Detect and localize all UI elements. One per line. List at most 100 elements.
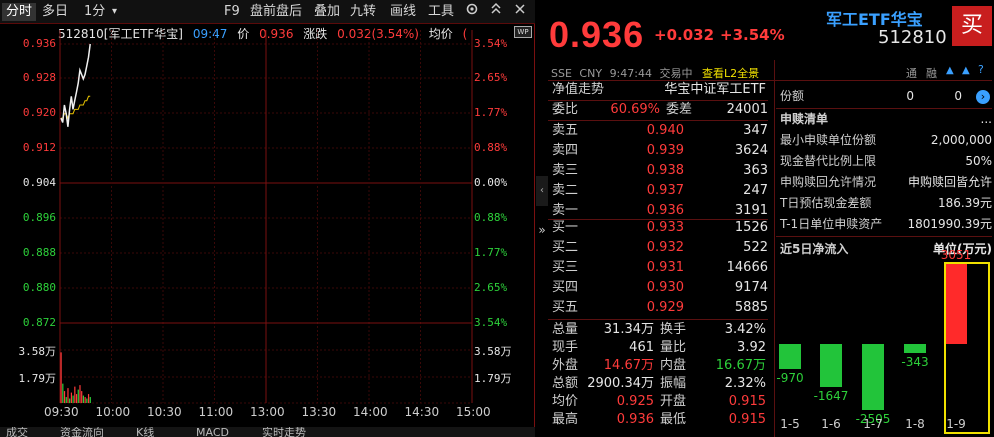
collapse-left-handle[interactable]: ‹	[536, 176, 548, 206]
ask-price: 0.939	[646, 143, 684, 158]
nav-index-name: 华宝中证军工ETF	[664, 82, 766, 97]
net-inflow-value: -970	[776, 371, 804, 386]
subscription-label: 申购赎回允许情况	[780, 175, 877, 189]
volume-bar	[87, 394, 90, 403]
stat-label: 内盘	[660, 358, 687, 373]
subscription-label: 现金替代比例上限	[780, 154, 877, 168]
net-inflow-bar	[904, 344, 926, 353]
subscription-label: 最小申赎单位份额	[780, 133, 877, 147]
stat-label: 最高	[552, 412, 579, 427]
stat-left: 最高 0.936	[552, 411, 654, 429]
net-inflow-title: 近5日净流入	[780, 242, 849, 256]
clock: 9:47:44	[609, 67, 652, 80]
ask-row[interactable]: 卖五 0.940 347	[548, 122, 768, 140]
ask-price: 0.936	[646, 203, 684, 218]
subscription-row: T日预估现金差额 186.39元	[780, 193, 992, 213]
tab-trades[interactable]: 成交	[6, 427, 28, 437]
volume-bar	[79, 385, 81, 403]
price-tick-label: 0.928	[22, 71, 56, 84]
volume-bar	[81, 391, 83, 403]
ask-volume: 363	[743, 163, 768, 178]
volume-bar	[82, 395, 85, 403]
expand-shares-icon[interactable]: ›	[976, 90, 990, 104]
volume-tick-label: 1.79万	[18, 372, 57, 385]
subscription-row: 最小申赎单位份额 2,000,000	[780, 130, 992, 150]
l2-link[interactable]: 查看L2全景	[702, 67, 759, 80]
bid-volume: 14666	[726, 260, 768, 275]
tab-fund-flow[interactable]: 资金流向	[60, 427, 104, 437]
ask-row[interactable]: 卖一 0.936 3191	[548, 202, 768, 220]
bid-level-label: 买一	[552, 220, 579, 235]
nav-row[interactable]: 净值走势 华宝中证军工ETF	[548, 81, 768, 99]
stat-right: 量比 3.92	[660, 339, 766, 357]
stat-left: 总额 2900.34万	[552, 375, 654, 393]
ratio-value: 60.69%	[610, 102, 660, 117]
stat-label: 总额	[552, 376, 579, 391]
volume-bar	[60, 352, 62, 403]
highlight-box	[944, 262, 990, 434]
stat-left: 外盘 14.67万	[552, 357, 654, 375]
more-button[interactable]: ...	[981, 109, 992, 129]
time-tick-label: 15:00	[456, 405, 491, 419]
stat-right: 换手 3.42%	[660, 321, 766, 339]
price-tick-label: 0.896	[22, 211, 56, 224]
ask-row[interactable]: 卖二 0.937 247	[548, 182, 768, 200]
tab-macd[interactable]: MACD	[196, 427, 229, 437]
bid-price: 0.931	[646, 260, 684, 275]
bid-level-label: 买五	[552, 300, 579, 315]
net-inflow-value: -343	[901, 354, 929, 369]
expand-arrow-icon[interactable]: »	[536, 222, 548, 238]
trading-status: 交易中	[659, 67, 693, 80]
stat-label: 振幅	[660, 376, 687, 391]
tab-kline[interactable]: K线	[136, 427, 154, 437]
tab-realtime[interactable]: 实时走势	[262, 427, 306, 437]
stat-label: 开盘	[660, 394, 687, 409]
volume-bar	[84, 397, 86, 403]
bid-row[interactable]: 买三 0.931 14666	[548, 259, 768, 277]
stat-label: 换手	[660, 322, 687, 337]
ask-level-label: 卖二	[552, 183, 579, 198]
net-inflow-date: 1-6	[821, 417, 841, 431]
stat-value: 31.34万	[603, 322, 654, 337]
bid-row[interactable]: 买一 0.933 1526	[548, 219, 768, 237]
ask-row[interactable]: 卖三 0.938 363	[548, 162, 768, 180]
bottom-tab-bar: 成交 资金流向 K线 MACD 实时走势	[0, 427, 535, 437]
net-inflow-value: -1647	[813, 389, 849, 404]
shares-value-2: 0	[954, 89, 962, 103]
nav-label: 净值走势	[552, 82, 605, 97]
bid-row[interactable]: 买二 0.932 522	[548, 239, 768, 257]
ask-row[interactable]: 卖四 0.939 3624	[548, 142, 768, 160]
subscription-row: T-1日单位申赎资产 1801990.39元	[780, 214, 992, 234]
time-tick-label: 13:30	[301, 405, 337, 419]
net-inflow-bar	[820, 344, 842, 388]
pct-tick-label: 0.88%	[474, 211, 508, 224]
subscription-value: 50%	[965, 154, 992, 168]
price-tick-label: 0.888	[22, 246, 56, 259]
price-tick-label: 0.912	[22, 141, 56, 154]
subscription-title: 申赎清单	[780, 112, 829, 126]
bid-price: 0.932	[646, 240, 684, 255]
bid-row[interactable]: 买四 0.930 9174	[548, 279, 768, 297]
bid-row[interactable]: 买五 0.929 5885	[548, 299, 768, 317]
stat-value: 0.915	[728, 394, 766, 409]
stat-label: 量比	[660, 340, 687, 355]
diff-value: 24001	[726, 102, 768, 117]
price-tick-label: 0.920	[22, 106, 56, 119]
stat-right: 内盘 16.67万	[660, 357, 766, 375]
subscription-row: 申购赎回允许情况 申购赎回皆允许	[780, 172, 992, 192]
pct-tick-label: 1.77%	[474, 246, 508, 259]
buy-button[interactable]: 买	[952, 6, 992, 46]
time-tick-label: 10:00	[95, 405, 131, 419]
volume-bar	[72, 395, 74, 403]
ask-level-label: 卖一	[552, 203, 579, 218]
stat-value: 2.32%	[724, 376, 766, 391]
bid-price: 0.929	[646, 300, 684, 315]
volume-tick-label: 3.58万	[18, 345, 57, 358]
stat-label: 最低	[660, 412, 687, 427]
stat-value: 3.92	[737, 340, 766, 355]
time-tick-label: 11:00	[198, 405, 234, 419]
stat-left: 总量 31.34万	[552, 321, 654, 339]
ask-price: 0.940	[646, 123, 684, 138]
currency: CNY	[579, 67, 603, 80]
market-code: SSE	[551, 67, 572, 80]
